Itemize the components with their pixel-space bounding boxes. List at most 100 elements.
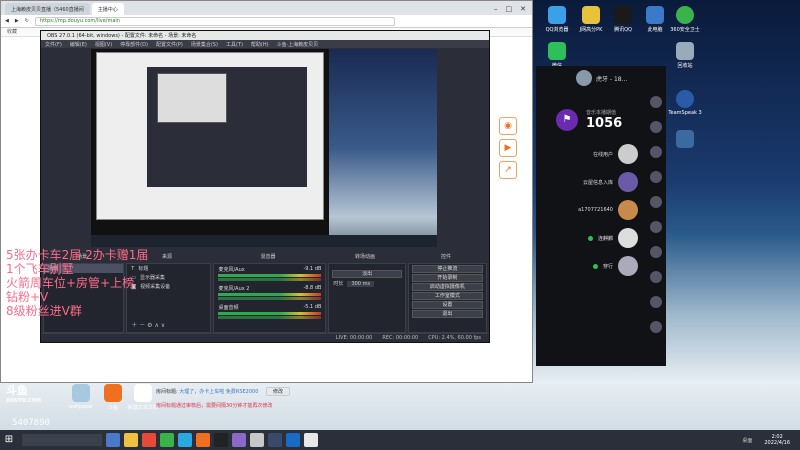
chat-list-item[interactable]: 穿行 — [536, 252, 666, 280]
avatar[interactable] — [650, 321, 662, 333]
settings-button[interactable]: 设置 — [411, 301, 483, 309]
live-status: LIVE: 00:00:00 — [335, 335, 373, 341]
share-tool-icon[interactable]: ↗ — [499, 161, 517, 179]
forward-icon[interactable]: ▶ — [15, 18, 19, 24]
desktop-icon-pk[interactable]: J网高分PK — [574, 6, 608, 33]
start-recording-button[interactable]: 开始录制 — [411, 274, 483, 282]
taskbar-app-icon[interactable] — [106, 433, 120, 447]
transition-select[interactable]: 淡出 — [332, 270, 402, 278]
taskbar-clock[interactable]: 2:02 2022/4/16 — [764, 434, 800, 446]
volume-slider[interactable] — [218, 297, 322, 300]
taskbar-app-icon[interactable] — [160, 433, 174, 447]
bookmark-item[interactable]: 收藏 — [7, 29, 17, 35]
avatar[interactable] — [650, 171, 662, 183]
url-field[interactable]: https://mp.douyu.com/live/main — [34, 16, 395, 26]
avatar[interactable] — [650, 246, 662, 258]
add-icon[interactable]: ＋ — [131, 322, 137, 329]
remove-icon[interactable]: － — [139, 322, 145, 329]
preview-desktop-strip — [329, 49, 437, 247]
desktop-icon-wechat[interactable]: 微信 — [540, 42, 574, 69]
tray-desktop-label[interactable]: 桌面 — [742, 437, 752, 444]
avatar[interactable] — [650, 296, 662, 308]
room-title-value: 大理了，办卡上车啦 免费RSE2000 — [179, 389, 259, 395]
obs-menu-help[interactable]: 帮助(H) — [251, 41, 269, 48]
studio-mode-button[interactable]: 工作室模式 — [411, 292, 483, 300]
minimize-icon[interactable]: – — [494, 5, 498, 13]
overlay-line: 1个飞车别墅 — [6, 262, 74, 276]
back-icon[interactable]: ◀ — [5, 18, 9, 24]
volume-slider[interactable] — [218, 278, 322, 281]
taskbar-app-icon[interactable] — [142, 433, 156, 447]
avatar[interactable] — [650, 271, 662, 283]
desktop-icon-qq-browser[interactable]: QQ浏览器 — [540, 6, 574, 33]
maximize-icon[interactable]: □ — [506, 5, 513, 13]
play-tool-icon[interactable]: ▶ — [499, 139, 517, 157]
gear-icon[interactable]: ⚙ — [147, 322, 152, 329]
camera-tool-icon[interactable]: ◉ — [499, 117, 517, 135]
taskbar-app-icon[interactable] — [250, 433, 264, 447]
obs-menu-edit[interactable]: 编辑(E) — [70, 41, 87, 48]
obs-menu-docks[interactable]: 停靠部件(D) — [120, 41, 148, 48]
taskbar-app-icon[interactable] — [286, 433, 300, 447]
duration-field[interactable]: 300 ms — [347, 280, 375, 287]
obs-menu-douyu[interactable]: 斗鱼·上海赖皮贝贝 — [277, 41, 319, 48]
chat-avatar-column — [650, 96, 664, 346]
avatar[interactable] — [576, 70, 592, 86]
refresh-icon[interactable]: ↻ — [25, 18, 29, 24]
desktop-icon-wallpaper[interactable]: wallpaper — [64, 384, 98, 410]
avatar — [618, 172, 638, 192]
close-icon[interactable]: ✕ — [520, 5, 526, 13]
edit-title-button[interactable]: 修改 — [266, 387, 291, 396]
obs-menu-scene-collection[interactable]: 场景集合(S) — [191, 41, 218, 48]
cpu-status: CPU: 2.4%, 60.00 fps — [428, 335, 481, 341]
chat-list-item[interactable]: 连麒麟 — [536, 224, 666, 252]
volume-meter — [218, 293, 322, 296]
start-button[interactable]: ⊞ — [0, 431, 18, 449]
taskbar-app-icon[interactable] — [214, 433, 228, 447]
avatar — [618, 256, 638, 276]
avatar[interactable] — [650, 121, 662, 133]
browser-tab-1[interactable]: 上海赖皮贝贝直播（5460直播间 — [5, 3, 90, 15]
desktop-icon-recycle-bin[interactable]: 回收站 — [668, 42, 702, 69]
overlay-line: 8级粉丝进V群 — [6, 304, 82, 318]
desktop-icon-tencent-qq[interactable]: 腾讯QQ — [606, 6, 640, 33]
obs-menu-tools[interactable]: 工具(T) — [226, 41, 243, 48]
taskbar-app-icon[interactable] — [304, 433, 318, 447]
taskbar-search[interactable] — [22, 434, 102, 446]
desktop-icon-360[interactable]: 360安全卫士 — [668, 6, 702, 33]
taskbar-app-icon[interactable] — [124, 433, 138, 447]
controls-dock: 停止推流 开始录制 启动虚拟摄像机 工作室模式 设置 退出 — [407, 263, 487, 333]
exit-button[interactable]: 退出 — [411, 310, 483, 318]
obs-menu-file[interactable]: 文件(F) — [45, 41, 62, 48]
chat-list-item[interactable]: 在线用户 — [536, 140, 666, 168]
title-announcement: 房间标题通过审核后，需要间隔30分钟才能再次修改 — [156, 403, 273, 409]
desktop-icon-new-text[interactable]: 新建文本文档 — [126, 384, 160, 411]
stop-streaming-button[interactable]: 停止推流 — [411, 265, 483, 273]
volume-meter — [218, 312, 322, 315]
browser-tab-2[interactable]: 主播中心 — [91, 3, 124, 15]
taskbar-app-icon[interactable] — [268, 433, 282, 447]
dock-title-transitions: 转场动画 — [354, 254, 375, 260]
virtual-camera-button[interactable]: 启动虚拟摄像机 — [411, 283, 483, 291]
obs-menu-profile[interactable]: 配置文件(P) — [156, 41, 183, 48]
down-icon[interactable]: ∨ — [161, 322, 165, 329]
obs-menu-view[interactable]: 视图(V) — [95, 41, 112, 48]
avatar[interactable] — [650, 221, 662, 233]
avatar[interactable] — [650, 196, 662, 208]
obs-preview[interactable] — [91, 49, 437, 247]
chat-list-item[interactable]: a1707721640 — [536, 196, 666, 224]
taskbar-app-icon[interactable] — [196, 433, 210, 447]
taskbar-app-icon[interactable] — [232, 433, 246, 447]
up-icon[interactable]: ∧ — [154, 322, 158, 329]
volume-slider[interactable] — [218, 316, 322, 319]
avatar[interactable] — [650, 146, 662, 158]
desktop-icon-placeholder[interactable] — [668, 130, 702, 150]
desktop-icon-douyu[interactable]: 斗鱼 — [96, 384, 130, 411]
room-id: 5407890 — [12, 418, 50, 428]
avatar[interactable] — [650, 96, 662, 108]
desktop-icon-this-pc[interactable]: 此电脑 — [638, 6, 672, 33]
chat-list-item[interactable]: 云屋信息入库 — [536, 168, 666, 196]
desktop-icon-teamspeak[interactable]: TeamSpeak 3 — [668, 90, 702, 116]
avatar — [618, 200, 638, 220]
taskbar-app-icon[interactable] — [178, 433, 192, 447]
